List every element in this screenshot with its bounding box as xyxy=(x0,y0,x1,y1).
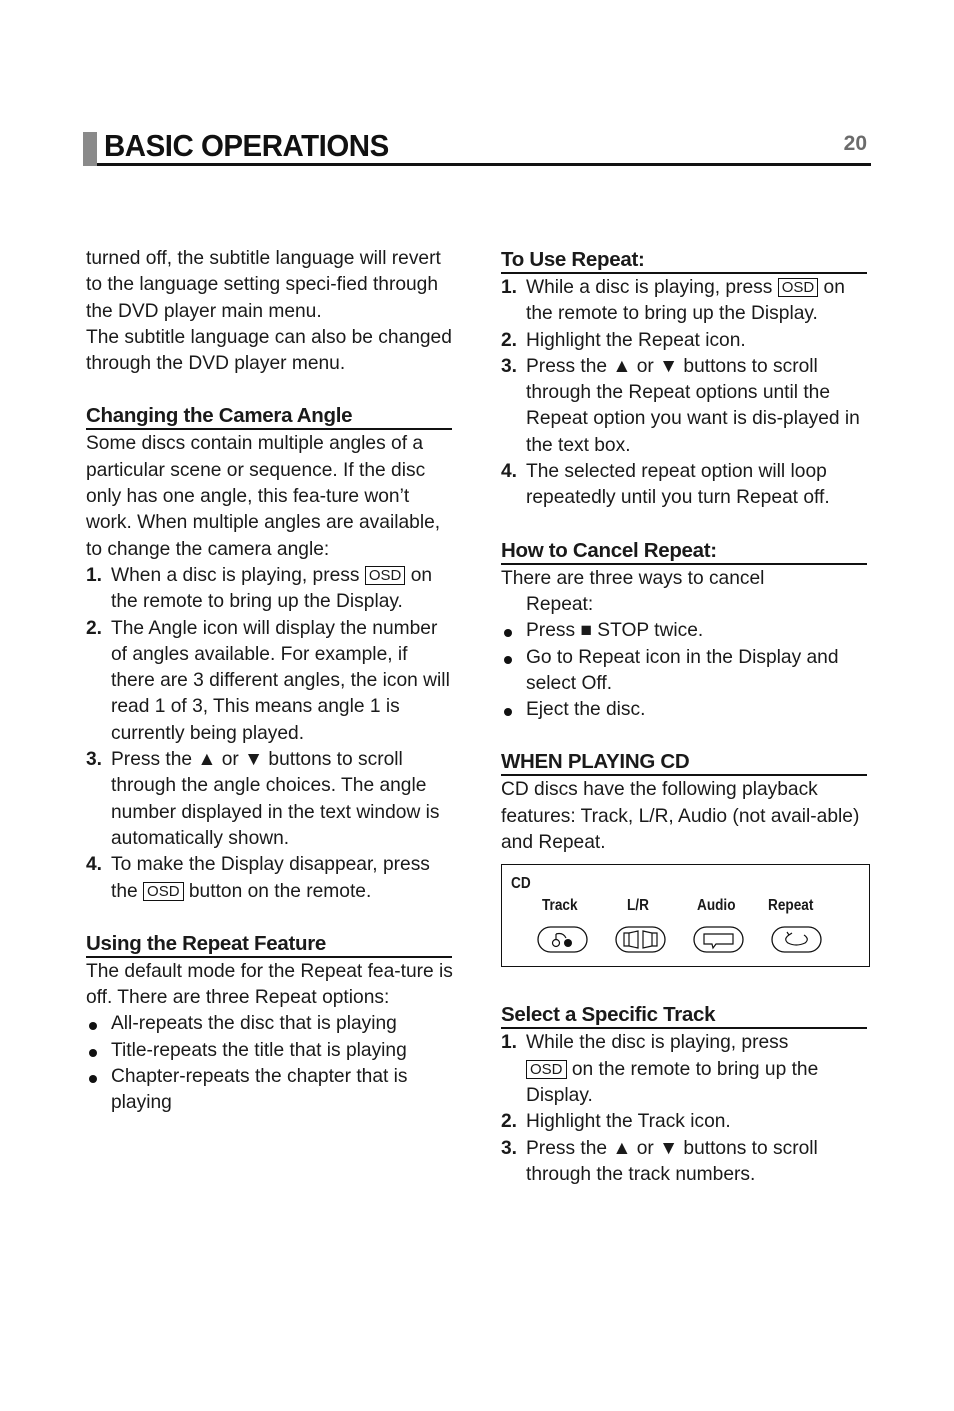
osd-button-label: OSD xyxy=(777,278,819,297)
cd-panel-label: CD xyxy=(511,875,531,893)
step-item: 4. To make the Display disappear, press … xyxy=(86,854,430,902)
step-item: 1. While the disc is playing, press OSD … xyxy=(501,1032,819,1106)
step-item: 2. The Angle icon will display the numbe… xyxy=(86,617,450,744)
list-item: Go to Repeat icon in the Display and sel… xyxy=(501,645,869,698)
section-heading-playing-cd: WHEN PLAYING CD xyxy=(501,750,867,777)
intro-paragraph: turned off, the subtitle language will r… xyxy=(86,248,441,322)
bullet-icon xyxy=(89,1022,97,1031)
step-item: 1. When a disc is playing, press OSD on … xyxy=(86,564,433,613)
osd-button-label: OSD xyxy=(143,881,184,901)
camera-angle-body: Some discs contain multiple angles of a … xyxy=(86,433,441,560)
osd-button-label: OSD xyxy=(364,565,406,585)
cancel-repeat-intro: There are three ways to cancel xyxy=(501,567,765,589)
step-item: 1. While a disc is playing, press OSD on… xyxy=(501,277,845,325)
right-column: To Use Repeat: 1. While a disc is playin… xyxy=(501,248,870,1188)
osd-button-label: OSD xyxy=(526,1059,567,1079)
header-rule xyxy=(97,163,871,166)
speaker-lr-icon xyxy=(615,926,666,953)
section-heading-use-repeat: To Use Repeat: xyxy=(501,248,867,274)
camera-angle-steps: 1. When a disc is playing, press OSD on … xyxy=(86,563,454,905)
step-item: 4. The selected repeat option will loop … xyxy=(501,461,830,509)
cd-display-panel: CD Track L/R Audio Repeat xyxy=(501,864,870,968)
audio-label: Audio xyxy=(697,897,736,915)
list-item: Chapter-repeats the chapter that is play… xyxy=(86,1064,454,1117)
page-title: BASIC OPERATIONS xyxy=(104,128,389,163)
bullet-icon xyxy=(504,629,512,638)
left-column: turned off, the subtitle language will r… xyxy=(86,246,454,1117)
section-heading-camera-angle: Changing the Camera Angle xyxy=(86,404,452,431)
step-item: 2. Highlight the Track icon. xyxy=(501,1111,731,1133)
list-item: Press ■ STOP twice. xyxy=(501,618,869,644)
page-number: 20 xyxy=(843,132,867,155)
page-header: BASIC OPERATIONS 20 xyxy=(83,128,871,166)
use-repeat-steps: 1. While a disc is playing, press OSD on… xyxy=(501,275,869,512)
intro-paragraph-2: The subtitle language can also be change… xyxy=(86,326,452,375)
list-item: Title-repeats the title that is playing xyxy=(86,1038,454,1064)
repeat-label: Repeat xyxy=(768,897,814,915)
bullet-icon xyxy=(89,1048,97,1057)
section-heading-repeat-feature: Using the Repeat Feature xyxy=(86,932,452,958)
section-heading-cancel-repeat: How to Cancel Repeat: xyxy=(501,539,867,565)
track-icon xyxy=(537,926,588,953)
repeat-options-list: All-repeats the disc that is playing Tit… xyxy=(86,1011,454,1116)
bullet-icon xyxy=(504,708,512,717)
step-item: 3. Press the ▲ or ▼ buttons to scroll th… xyxy=(86,749,440,849)
repeat-icon xyxy=(771,926,822,953)
list-item: All-repeats the disc that is playing xyxy=(86,1011,454,1037)
list-item: Eject the disc. xyxy=(501,697,869,723)
repeat-feature-body: The default mode for the Repeat fea-ture… xyxy=(86,960,453,1009)
cancel-repeat-list: Press ■ STOP twice. Go to Repeat icon in… xyxy=(501,618,869,723)
cancel-repeat-intro-cont: Repeat: xyxy=(526,593,594,615)
section-heading-specific-track: Select a Specific Track xyxy=(501,1003,867,1030)
step-item: 2. Highlight the Repeat icon. xyxy=(501,329,746,351)
header-accent-bar xyxy=(83,132,97,166)
step-item: 3. Press the ▲ or ▼ buttons to scroll th… xyxy=(501,1137,818,1185)
specific-track-steps: 1. While the disc is playing, press OSD … xyxy=(501,1030,869,1188)
bullet-icon xyxy=(504,655,512,664)
playing-cd-body: CD discs have the following playback fea… xyxy=(501,779,860,854)
audio-speech-icon xyxy=(693,926,744,953)
bullet-icon xyxy=(89,1075,97,1084)
step-item: 3. Press the ▲ or ▼ buttons to scroll th… xyxy=(501,355,860,456)
lr-label: L/R xyxy=(627,897,649,915)
track-label: Track xyxy=(542,897,578,915)
